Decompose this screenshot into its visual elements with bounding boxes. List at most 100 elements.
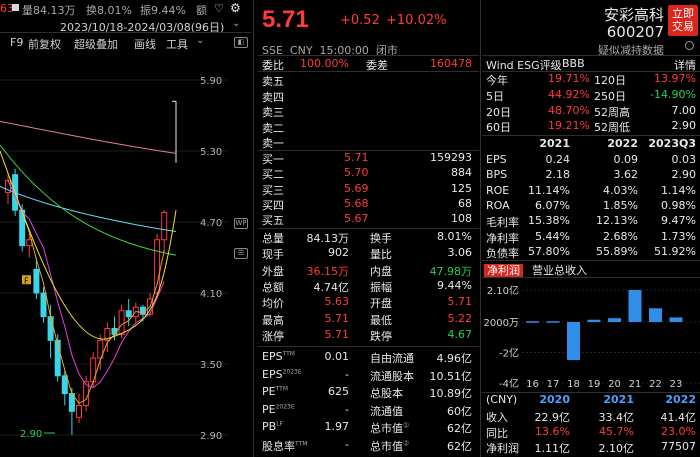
fund-label-text: 流通值 — [370, 404, 403, 418]
bid-row[interactable]: 买四 5.68 68 — [258, 197, 479, 213]
financial-value: 3.62 — [613, 168, 639, 182]
trade-button[interactable]: 立即 交易 — [668, 5, 698, 36]
financial-value: 1.14% — [661, 183, 696, 197]
stat-label: 换手 — [370, 232, 392, 245]
financial-row: BPS 2.18 3.62 2.90 — [482, 168, 700, 184]
layout-icon[interactable]: ◧ — [234, 37, 248, 48]
fund-value: 10.51亿 — [429, 369, 473, 383]
profit-bar — [567, 322, 580, 361]
volume-color-swatch — [12, 4, 19, 11]
financial-label: 负债率 — [486, 246, 519, 260]
bid-volume: 125 — [451, 181, 472, 195]
stat-label: 最低 — [370, 313, 392, 327]
ask-row[interactable]: 卖一 — [258, 135, 479, 151]
fund-label-text: PE — [262, 402, 276, 416]
stat-value: 5.22 — [447, 311, 473, 325]
stat-label: 总量 — [262, 232, 284, 245]
bid-row[interactable]: 买三 5.69 125 — [258, 182, 479, 198]
perf-label: 今年 — [486, 74, 508, 87]
ask-row[interactable]: 卖五 — [258, 73, 479, 89]
bid-price: 5.69 — [344, 181, 369, 195]
fund-label: EPS2023E — [262, 368, 302, 381]
candle-body — [125, 310, 132, 318]
bid-label: 买一 — [262, 153, 284, 166]
stat-row: 外盘 36.15万 内盘 47.98万 — [258, 263, 479, 279]
financial-row: ROE 11.14% 4.03% 1.14% — [482, 184, 700, 200]
stat-value: 5.71 — [324, 311, 350, 325]
bid-row[interactable]: 买一 5.71 159293 — [258, 151, 479, 167]
fund-label: 自由流通 — [370, 350, 414, 366]
perf-value: 44.92% — [548, 87, 590, 101]
financial-label: EPS — [486, 153, 507, 166]
revenue-value: 33.4亿 — [598, 411, 635, 424]
candle-body — [33, 268, 40, 294]
fund-label: 总市值② — [370, 438, 409, 454]
stat-value: 902 — [328, 246, 349, 260]
financial-value: 2.18 — [545, 168, 571, 182]
candle-body — [47, 316, 54, 341]
ask-row[interactable]: 卖四 — [258, 89, 479, 105]
fund-label: 流通值 — [370, 403, 403, 419]
bid-row[interactable]: 买五 5.67 108 — [258, 212, 479, 228]
x-tick-label: 18 — [567, 379, 580, 390]
x-tick-label: 23 — [670, 379, 683, 390]
header-volume: 量84.13万 — [22, 4, 76, 17]
bid-price: 5.68 — [344, 196, 369, 210]
stat-value: 47.98万 — [429, 264, 473, 278]
x-tick-label: 16 — [526, 379, 539, 390]
profit-bar — [628, 290, 642, 322]
tab-net-profit[interactable]: 净利润 — [484, 262, 523, 278]
stat-value: 84.13万 — [306, 232, 350, 245]
fund-value: 625 — [328, 385, 349, 398]
kline-chart[interactable]: 5.90 5.30 4.70 4.10 3.50 2.90 2.90 F — [0, 48, 251, 457]
fund-label: EPSTTM — [262, 350, 295, 363]
chevron-down-icon[interactable]: ⌄ — [196, 35, 204, 46]
fund-label-text: PE — [262, 385, 276, 398]
price-change-pct: +10.02% — [386, 13, 447, 28]
fund-value: 60亿 — [447, 404, 472, 418]
fund-value: 10.89亿 — [429, 387, 473, 400]
x-tick-label: 20 — [608, 379, 621, 390]
fund-value: 62亿 — [447, 422, 472, 435]
perf-label: 250日 — [594, 89, 626, 103]
ask-label: 卖三 — [262, 106, 284, 119]
chevron-down-icon[interactable]: ⌄ — [232, 18, 240, 29]
revenue-value: 23.0% — [661, 424, 696, 438]
bid-price: 5.70 — [344, 166, 369, 180]
ma30-line — [0, 144, 177, 256]
heart-icon[interactable]: ♡ — [214, 2, 224, 15]
wp-icon[interactable]: WP — [234, 218, 248, 229]
x-tick-label: 17 — [547, 379, 560, 390]
tab-revenue[interactable]: 营业总收入 — [532, 262, 587, 278]
financial-value: 4.03% — [603, 183, 638, 197]
financial-value: 1.85% — [603, 198, 638, 212]
fundamental-row: EPS2023E - 流通股本 10.51亿 — [258, 368, 479, 384]
perf-label: 52周高 — [594, 105, 630, 119]
stat-label: 外盘 — [262, 264, 284, 278]
stat-label: 现手 — [262, 248, 284, 262]
fundamental-row: PETTM 625 总股本 10.89亿 — [258, 385, 479, 401]
ask-label: 卖五 — [262, 75, 284, 88]
perf-label: 120日 — [594, 74, 626, 87]
y-tick-label: 4.70 — [200, 218, 222, 229]
perf-value: 7.00 — [671, 103, 697, 117]
financial-year: 2023Q3 — [648, 137, 696, 150]
financial-value: 2.90 — [671, 168, 697, 182]
bid-row[interactable]: 买二 5.70 884 — [258, 166, 479, 182]
financial-value: 0.03 — [671, 153, 697, 166]
performance-row: 今年 19.71% 120日 13.97% — [482, 72, 700, 88]
gear-icon[interactable]: ⚙ — [230, 1, 241, 15]
close-icon[interactable] — [685, 41, 694, 50]
candle-body — [118, 310, 125, 335]
stat-row: 总量 84.13万 换手 8.01% — [258, 230, 479, 246]
fund-label-text: EPS — [262, 350, 283, 363]
revenue-value: 2.10亿 — [598, 442, 635, 455]
fund-value: - — [345, 402, 349, 416]
ask-row[interactable]: 卖三 — [258, 104, 479, 120]
ask-label: 卖四 — [262, 90, 284, 104]
financial-year: 2021 — [539, 137, 570, 150]
ask-row[interactable]: 卖二 — [258, 120, 479, 136]
x-tick-label: 21 — [629, 379, 642, 390]
settings-icon[interactable]: ☰ — [234, 248, 248, 259]
y-tick-label: 5.90 — [200, 76, 222, 87]
